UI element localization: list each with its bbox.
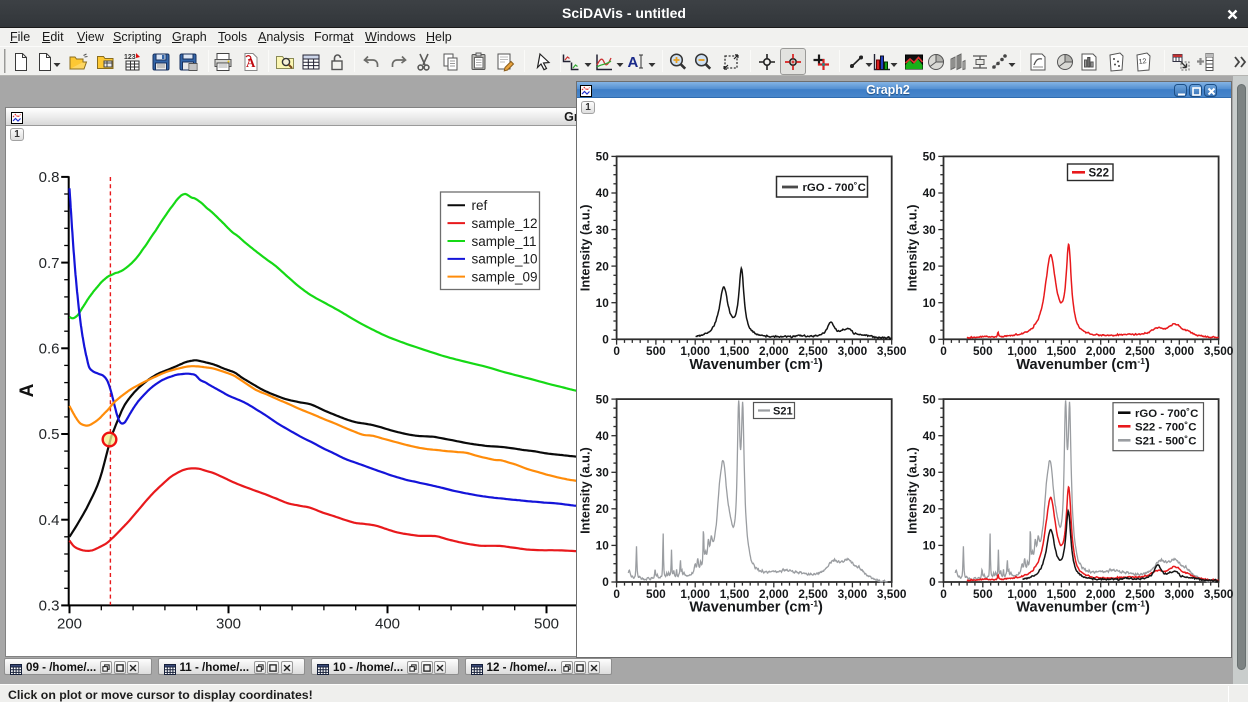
svg-text:A: A bbox=[17, 383, 38, 397]
svg-text:0: 0 bbox=[940, 587, 947, 601]
svg-text:sample_09: sample_09 bbox=[472, 269, 538, 284]
svg-text:S22 - 700˚C: S22 - 700˚C bbox=[1135, 421, 1196, 433]
svg-text:500: 500 bbox=[646, 587, 666, 601]
svg-text:Intensity (a.u.): Intensity (a.u.) bbox=[578, 204, 592, 291]
svg-text:30: 30 bbox=[923, 223, 937, 237]
svg-text:S21 - 500˚C: S21 - 500˚C bbox=[1135, 435, 1196, 447]
svg-text:Intensity (a.u.): Intensity (a.u.) bbox=[904, 204, 919, 291]
svg-text:0: 0 bbox=[929, 575, 936, 589]
svg-text:3,500: 3,500 bbox=[1204, 587, 1233, 601]
svg-text:10: 10 bbox=[923, 539, 937, 553]
svg-text:Intensity (a.u.): Intensity (a.u.) bbox=[904, 447, 919, 534]
svg-text:50: 50 bbox=[923, 150, 937, 164]
svg-text:A: A bbox=[628, 54, 639, 71]
svg-text:10: 10 bbox=[596, 296, 610, 310]
svg-text:10: 10 bbox=[923, 296, 937, 310]
svg-text:0: 0 bbox=[929, 333, 936, 347]
svg-text:3,500: 3,500 bbox=[877, 344, 907, 358]
svg-text:500: 500 bbox=[646, 344, 666, 358]
svg-text:50: 50 bbox=[596, 392, 610, 406]
svg-text:30: 30 bbox=[596, 223, 610, 237]
svg-text:S22: S22 bbox=[1089, 168, 1109, 180]
svg-text:3,500: 3,500 bbox=[1204, 344, 1233, 358]
svg-text:40: 40 bbox=[596, 186, 610, 200]
svg-text:10: 10 bbox=[596, 539, 610, 553]
svg-text:40: 40 bbox=[923, 429, 937, 443]
svg-text:0.3: 0.3 bbox=[39, 598, 60, 615]
svg-text:S21: S21 bbox=[773, 406, 793, 418]
svg-text:3,000: 3,000 bbox=[838, 587, 868, 601]
svg-text:0.6: 0.6 bbox=[39, 341, 60, 358]
svg-text:123: 123 bbox=[124, 54, 136, 61]
svg-text:0: 0 bbox=[602, 575, 609, 589]
svg-text:20: 20 bbox=[596, 259, 610, 273]
svg-text:50: 50 bbox=[596, 150, 610, 164]
svg-text:300: 300 bbox=[216, 616, 241, 633]
svg-text:50: 50 bbox=[923, 392, 937, 406]
svg-text:Wavenumber (cm-1): Wavenumber (cm-1) bbox=[1016, 599, 1150, 616]
svg-text:rGO - 700˚C: rGO - 700˚C bbox=[1135, 408, 1198, 420]
svg-text:rGO - 700˚C: rGO - 700˚C bbox=[803, 182, 866, 194]
svg-text:30: 30 bbox=[923, 465, 937, 479]
svg-text:Wavenumber (cm-1): Wavenumber (cm-1) bbox=[689, 356, 823, 373]
svg-text:0.7: 0.7 bbox=[39, 255, 60, 272]
svg-text:0.5: 0.5 bbox=[39, 426, 60, 443]
svg-text:30: 30 bbox=[596, 465, 610, 479]
svg-text:0: 0 bbox=[613, 587, 620, 601]
svg-text:sample_12: sample_12 bbox=[472, 216, 538, 231]
svg-text:ref: ref bbox=[472, 198, 488, 213]
svg-text:3,000: 3,000 bbox=[1165, 344, 1195, 358]
svg-text:Intensity (a.u.): Intensity (a.u.) bbox=[578, 447, 592, 534]
svg-text:Wavenumber (cm-1): Wavenumber (cm-1) bbox=[1016, 356, 1150, 373]
svg-text:40: 40 bbox=[923, 186, 937, 200]
svg-text:0.8: 0.8 bbox=[39, 169, 60, 186]
svg-text:500: 500 bbox=[534, 616, 559, 633]
svg-text:500: 500 bbox=[973, 587, 993, 601]
svg-text:20: 20 bbox=[923, 259, 937, 273]
svg-text:0: 0 bbox=[940, 344, 947, 358]
svg-text:0.4: 0.4 bbox=[39, 512, 60, 529]
svg-text:40: 40 bbox=[596, 429, 610, 443]
svg-text:0: 0 bbox=[602, 333, 609, 347]
svg-text:0: 0 bbox=[613, 344, 620, 358]
svg-text:500: 500 bbox=[973, 344, 993, 358]
svg-text:12: 12 bbox=[1138, 58, 1147, 66]
svg-text:Wavenumber (cm-1): Wavenumber (cm-1) bbox=[689, 599, 823, 616]
svg-text:sample_10: sample_10 bbox=[472, 252, 538, 267]
svg-text:3,500: 3,500 bbox=[877, 587, 907, 601]
svg-text:20: 20 bbox=[596, 502, 610, 516]
svg-text:20: 20 bbox=[923, 502, 937, 516]
svg-text:3,000: 3,000 bbox=[1165, 587, 1195, 601]
svg-text:400: 400 bbox=[375, 616, 400, 633]
svg-text:3,000: 3,000 bbox=[838, 344, 868, 358]
svg-text:sample_11: sample_11 bbox=[472, 234, 537, 249]
svg-text:200: 200 bbox=[57, 616, 82, 633]
